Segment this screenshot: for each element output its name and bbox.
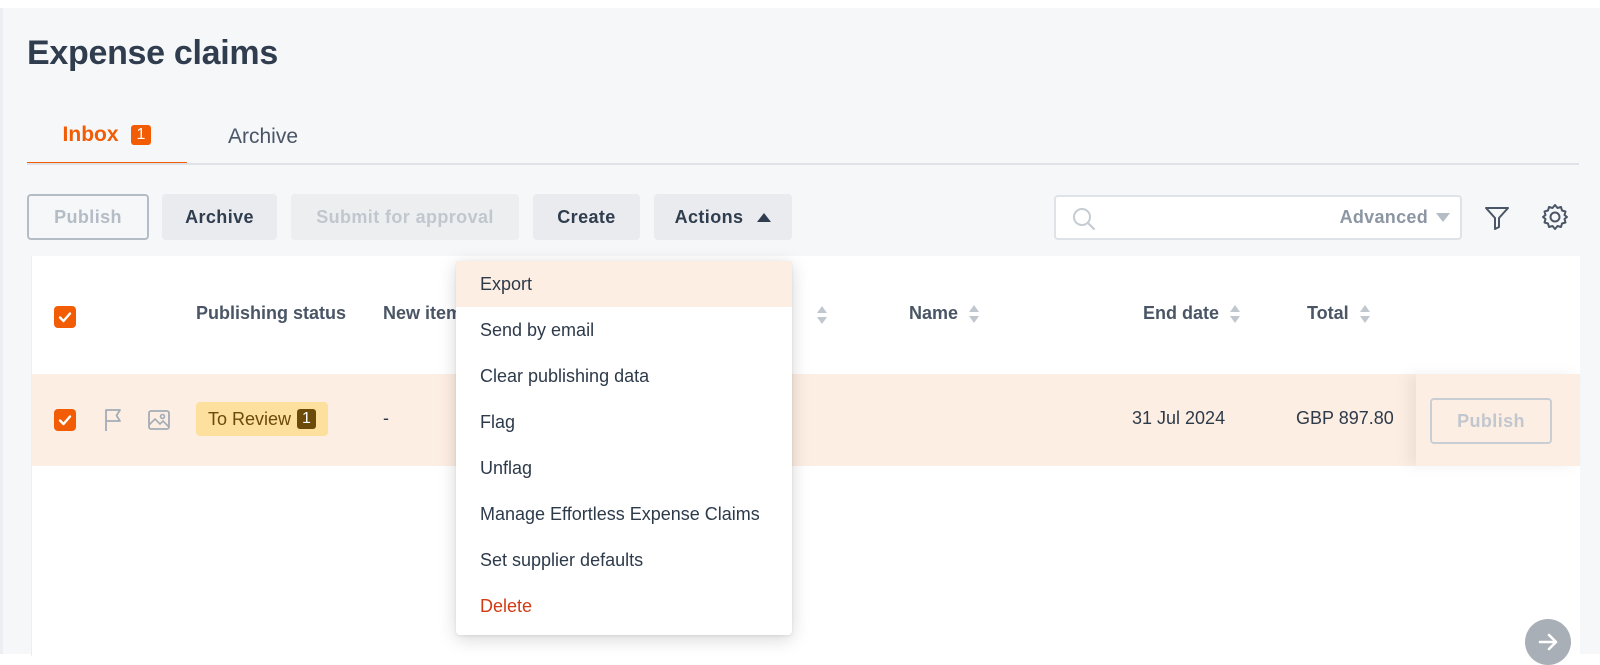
search-icon bbox=[1072, 207, 1096, 236]
menu-item-send-by-email[interactable]: Send by email bbox=[456, 307, 792, 353]
status-label: To Review bbox=[208, 408, 292, 429]
arrow-right-icon[interactable] bbox=[1525, 619, 1571, 665]
column-name[interactable]: Name bbox=[909, 303, 980, 324]
actions-menu: Export Send by email Clear publishing da… bbox=[456, 261, 792, 635]
gear-icon[interactable] bbox=[1540, 202, 1570, 232]
select-all-checkbox[interactable] bbox=[54, 306, 76, 328]
sort-icon bbox=[969, 304, 980, 323]
actions-button-label: Actions bbox=[674, 206, 744, 227]
row-action-cell: Publish bbox=[1416, 374, 1580, 466]
checkmark-icon bbox=[58, 415, 72, 426]
status-badge: To Review 1 bbox=[196, 402, 328, 436]
column-label: Total bbox=[1307, 303, 1349, 323]
flag-icon[interactable] bbox=[102, 408, 126, 437]
filter-icon[interactable] bbox=[1483, 204, 1511, 232]
tabs-divider bbox=[27, 163, 1579, 165]
actions-button[interactable]: Actions bbox=[654, 194, 792, 240]
sort-icon bbox=[1230, 304, 1241, 323]
row-publish-button[interactable]: Publish bbox=[1430, 398, 1552, 444]
table-row[interactable]: To Review 1 - 31 Jul 2024 GBP 897.80 Pub… bbox=[32, 374, 1580, 466]
inbox-count-badge: 1 bbox=[130, 125, 152, 145]
status-count: 1 bbox=[297, 409, 316, 429]
tab-inbox[interactable]: Inbox 1 bbox=[27, 108, 187, 165]
page: Expense claims Inbox 1 Archive Publish A… bbox=[0, 8, 1600, 665]
caret-up-icon bbox=[757, 212, 772, 222]
archive-button[interactable]: Archive bbox=[162, 194, 277, 240]
menu-item-flag[interactable]: Flag bbox=[456, 399, 792, 445]
checkmark-icon bbox=[58, 312, 72, 323]
table-header: Publishing status New items Name End dat… bbox=[32, 256, 1580, 374]
menu-item-manage-effortless-expense-claims[interactable]: Manage Effortless Expense Claims bbox=[456, 491, 792, 537]
row-checkbox[interactable] bbox=[54, 409, 76, 431]
search-input[interactable] bbox=[1108, 201, 1312, 236]
menu-item-export[interactable]: Export bbox=[456, 261, 792, 307]
tab-archive-label: Archive bbox=[227, 124, 299, 148]
end-date-cell: 31 Jul 2024 bbox=[1132, 408, 1226, 428]
caret-down-icon bbox=[1436, 213, 1450, 222]
sort-icon bbox=[1359, 304, 1370, 323]
total-cell: GBP 897.80 bbox=[1296, 408, 1394, 428]
advanced-label: Advanced bbox=[1339, 207, 1428, 227]
submit-for-approval-button[interactable]: Submit for approval bbox=[291, 194, 519, 240]
image-icon[interactable] bbox=[147, 408, 171, 437]
search-box: Advanced bbox=[1054, 195, 1462, 240]
column-publishing-status[interactable]: Publishing status bbox=[196, 303, 346, 324]
expense-claims-table: Publishing status New items Name End dat… bbox=[31, 256, 1580, 656]
menu-item-delete[interactable]: Delete bbox=[456, 583, 792, 629]
tab-inbox-label: Inbox bbox=[62, 123, 119, 146]
tab-bar: Inbox 1 Archive bbox=[27, 108, 1579, 165]
column-end-date[interactable]: End date bbox=[1143, 303, 1241, 324]
column-label: Publishing status bbox=[196, 303, 347, 323]
menu-item-unflag[interactable]: Unflag bbox=[456, 445, 792, 491]
column-label: Name bbox=[909, 303, 959, 323]
publish-button[interactable]: Publish bbox=[27, 194, 149, 240]
column-new-items[interactable]: New items bbox=[383, 303, 463, 324]
new-items-cell: - bbox=[383, 408, 389, 428]
column-label: End date bbox=[1143, 303, 1220, 323]
menu-item-set-supplier-defaults[interactable]: Set supplier defaults bbox=[456, 537, 792, 583]
create-button[interactable]: Create bbox=[533, 194, 640, 240]
page-title: Expense claims bbox=[27, 34, 278, 72]
tab-archive[interactable]: Archive bbox=[189, 108, 337, 165]
sort-icon[interactable] bbox=[816, 305, 828, 325]
column-label: New items bbox=[383, 303, 463, 323]
menu-item-clear-publishing-data[interactable]: Clear publishing data bbox=[456, 353, 792, 399]
column-total[interactable]: Total bbox=[1307, 303, 1371, 324]
advanced-search-toggle[interactable]: Advanced bbox=[1340, 197, 1450, 238]
